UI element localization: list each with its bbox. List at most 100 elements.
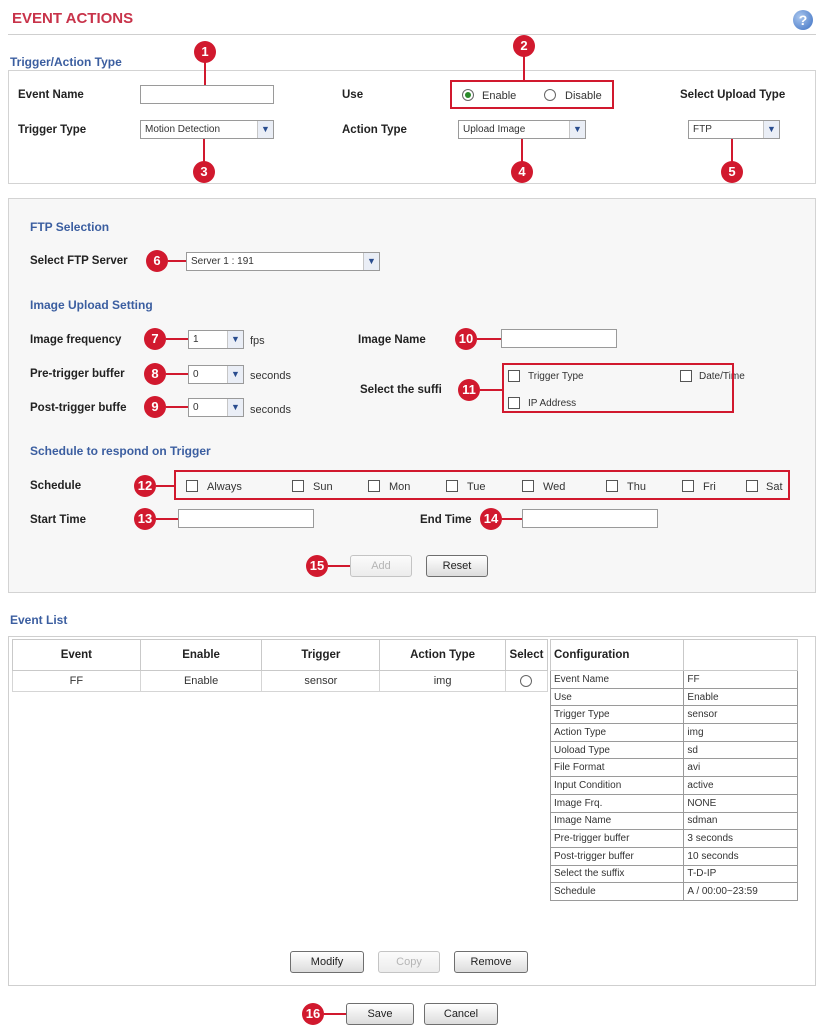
- col-action-type: Action Type: [379, 639, 506, 671]
- marker-6: 6: [146, 250, 168, 272]
- add-button[interactable]: Add: [350, 555, 412, 577]
- config-value: NONE: [683, 793, 798, 813]
- start-time-input[interactable]: [178, 509, 314, 528]
- config-value: A / 00:00~23:59: [683, 882, 798, 901]
- config-value: sensor: [683, 705, 798, 725]
- config-key: Image Frq.: [549, 793, 685, 813]
- marker-10: 10: [455, 328, 477, 350]
- image-name-input[interactable]: [501, 329, 617, 348]
- marker-12: 12: [134, 475, 156, 497]
- image-frequency-select[interactable]: 1 ▼: [188, 330, 244, 349]
- remove-button[interactable]: Remove: [454, 951, 528, 973]
- chevron-down-icon: ▼: [227, 366, 243, 383]
- use-label: Use: [342, 89, 364, 101]
- end-time-input[interactable]: [522, 509, 658, 528]
- pre-trigger-label: Pre-trigger buffer: [30, 368, 125, 380]
- config-key: Image Name: [549, 811, 685, 831]
- configuration-table: Configuration Event Name FF Use Enable Tri…: [549, 639, 798, 901]
- action-type-label: Action Type: [342, 124, 407, 136]
- ftp-server-label: Select FTP Server: [30, 255, 128, 267]
- trigger-type-select[interactable]: Motion Detection ▼: [140, 120, 274, 139]
- marker-2: 2: [513, 35, 535, 57]
- pre-trigger-select[interactable]: 0 ▼: [188, 365, 244, 384]
- event-list-heading: Event List: [10, 613, 68, 627]
- col-event: Event: [12, 639, 141, 671]
- config-key: Post-trigger buffer: [549, 846, 685, 866]
- marker-12-connector: [156, 485, 174, 487]
- config-key: Input Condition: [549, 776, 685, 795]
- ftp-server-select[interactable]: Server 1 : 191 ▼: [186, 252, 380, 271]
- config-key: File Format: [549, 758, 685, 778]
- event-name-input[interactable]: [140, 85, 274, 104]
- config-value: 3 seconds: [683, 829, 798, 848]
- use-highlight-box: [450, 80, 614, 109]
- marker-1-connector: [204, 62, 206, 85]
- ftp-server-value: Server 1 : 191: [191, 256, 254, 267]
- chevron-down-icon: ▼: [363, 253, 379, 270]
- pre-trigger-value: 0: [193, 369, 199, 380]
- suffix-label: Select the suffi: [360, 384, 442, 396]
- config-header: Configuration: [549, 639, 685, 671]
- action-type-value: Upload Image: [463, 124, 526, 135]
- save-button[interactable]: Save: [346, 1003, 414, 1025]
- chevron-down-icon: ▼: [569, 121, 585, 138]
- modify-button[interactable]: Modify: [290, 951, 364, 973]
- post-trigger-label: Post-trigger buffe: [30, 402, 127, 414]
- config-key: Uoload Type: [549, 740, 685, 760]
- trigger-action-heading: Trigger/Action Type: [10, 55, 122, 69]
- cell-select: [504, 670, 549, 692]
- event-list-table: Event Enable Trigger Action Type Select …: [12, 639, 549, 692]
- post-trigger-select[interactable]: 0 ▼: [188, 398, 244, 417]
- image-upload-heading: Image Upload Setting: [30, 298, 153, 312]
- end-time-label: End Time: [420, 514, 472, 526]
- marker-4-connector: [521, 139, 523, 162]
- post-trigger-unit: seconds: [250, 404, 291, 416]
- config-value: avi: [683, 758, 798, 778]
- event-name-label: Event Name: [18, 89, 84, 101]
- config-value: sd: [683, 740, 798, 760]
- marker-13: 13: [134, 508, 156, 530]
- col-select: Select: [504, 639, 549, 671]
- upload-type-select[interactable]: FTP ▼: [688, 120, 780, 139]
- row-select-radio[interactable]: [520, 675, 533, 688]
- event-actions-page: EVENT ACTIONS ? Trigger/Action Type Even…: [0, 0, 820, 1034]
- table-row[interactable]: FF Enable sensor img: [12, 670, 549, 692]
- col-trigger: Trigger: [261, 639, 381, 671]
- marker-14-connector: [502, 518, 522, 520]
- marker-15: 15: [306, 555, 328, 577]
- marker-13-connector: [156, 518, 178, 520]
- marker-2-connector: [523, 56, 525, 81]
- config-value: T-D-IP: [683, 864, 798, 884]
- fps-unit: fps: [250, 335, 265, 347]
- cancel-button[interactable]: Cancel: [424, 1003, 498, 1025]
- trigger-type-value: Motion Detection: [145, 124, 221, 135]
- config-key: Event Name: [549, 670, 685, 689]
- config-value: sdman: [683, 811, 798, 831]
- post-trigger-value: 0: [193, 402, 199, 413]
- marker-8: 8: [144, 363, 166, 385]
- config-value: Enable: [683, 687, 798, 707]
- col-enable: Enable: [139, 639, 263, 671]
- image-name-label: Image Name: [358, 334, 426, 346]
- marker-8-connector: [166, 373, 188, 375]
- page-title: EVENT ACTIONS: [12, 10, 134, 27]
- schedule-heading: Schedule to respond on Trigger: [30, 444, 211, 458]
- marker-16-connector: [324, 1013, 346, 1015]
- config-key: Use: [549, 687, 685, 707]
- schedule-label: Schedule: [30, 480, 82, 492]
- marker-9: 9: [144, 396, 166, 418]
- marker-3-connector: [203, 139, 205, 162]
- help-icon[interactable]: ?: [793, 10, 813, 30]
- reset-button[interactable]: Reset: [426, 555, 488, 577]
- config-value: active: [683, 776, 798, 795]
- config-key: Select the suffix: [549, 864, 685, 884]
- image-frequency-label: Image frequency: [30, 334, 122, 346]
- upload-type-value: FTP: [693, 124, 712, 135]
- marker-10-connector: [477, 338, 501, 340]
- action-type-select[interactable]: Upload Image ▼: [458, 120, 586, 139]
- copy-button[interactable]: Copy: [378, 951, 440, 973]
- marker-3: 3: [193, 161, 215, 183]
- cell-action: img: [379, 670, 506, 692]
- marker-15-connector: [328, 565, 350, 567]
- config-header-blank: [683, 639, 798, 671]
